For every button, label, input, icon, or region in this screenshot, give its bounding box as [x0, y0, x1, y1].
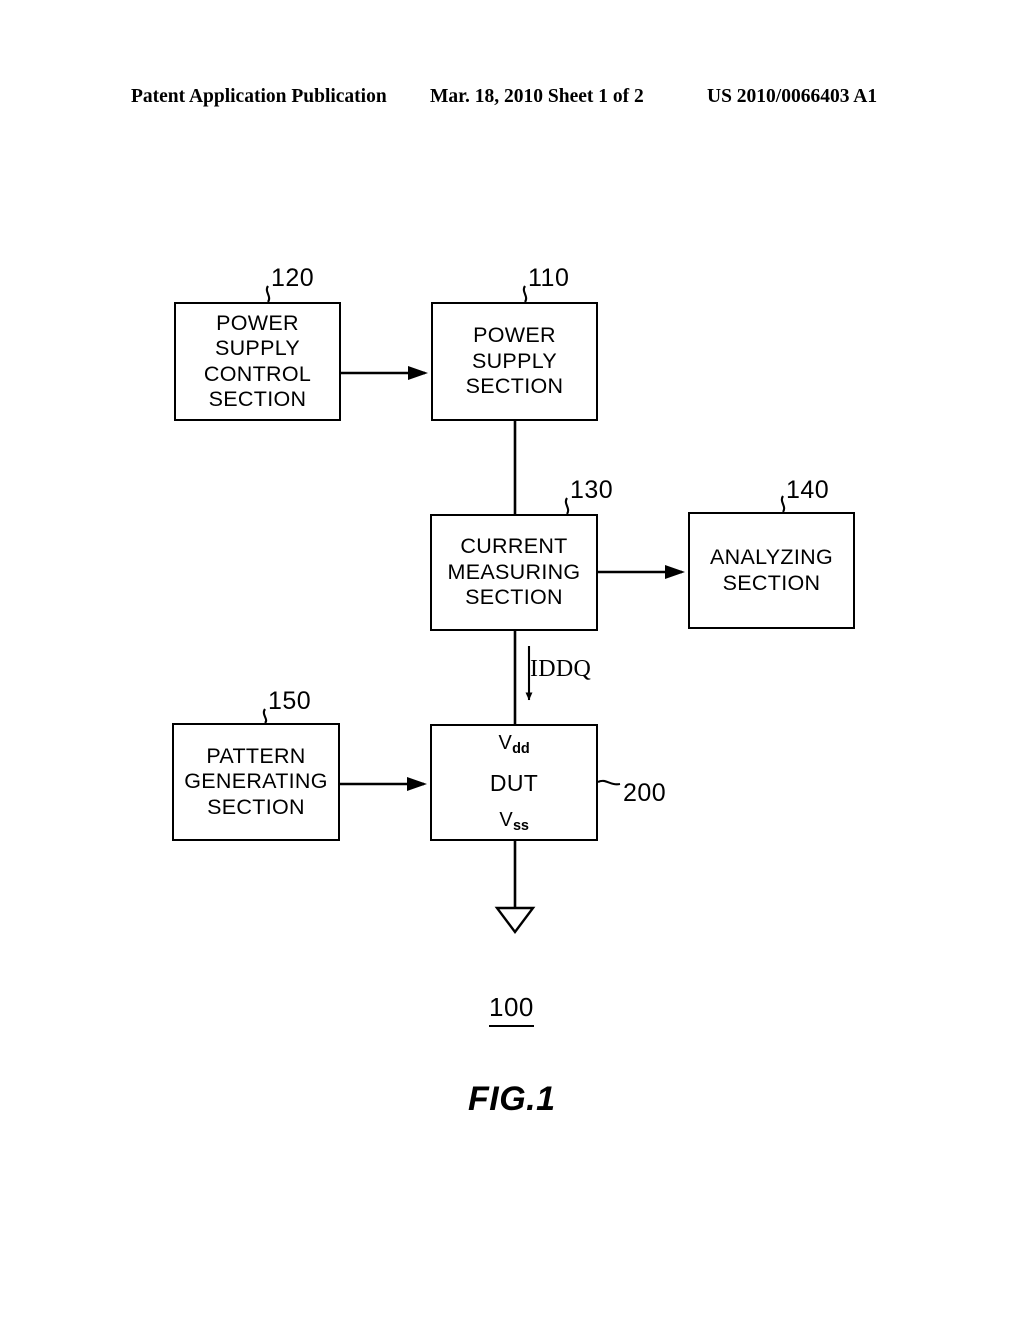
block-120-line-1: POWER [216, 310, 299, 335]
block-110-line-3: SECTION [465, 374, 564, 399]
system-reference-numeral-100: 100 [489, 992, 534, 1027]
block-analyzing-section[interactable]: ANALYZING SECTION [688, 512, 855, 629]
dut-name-label: DUT [489, 770, 539, 796]
reference-numeral-150: 150 [268, 687, 312, 715]
block-140-line-2: SECTION [722, 570, 821, 595]
block-150-line-3: SECTION [207, 794, 305, 819]
reference-numeral-110: 110 [528, 264, 570, 292]
block-150-line-2: GENERATING [184, 769, 328, 794]
block-130-line-2: MEASURING [447, 559, 581, 584]
figure-arrowheads-overlay [407, 366, 685, 791]
dut-vdd-subscript: dd [512, 741, 530, 757]
block-130-line-1: CURRENT [460, 534, 568, 559]
block-device-under-test[interactable]: Vdd DUT Vss [430, 724, 598, 841]
reference-numeral-130: 130 [570, 476, 614, 504]
block-110-line-1: POWER [473, 323, 556, 348]
iddq-signal-label: IDDQ [530, 656, 592, 682]
reference-numeral-200: 200 [623, 779, 667, 807]
block-pattern-generating-section[interactable]: PATTERN GENERATING SECTION [172, 723, 340, 841]
reference-numeral-120: 120 [271, 264, 315, 292]
block-140-line-1: ANALYZING [710, 545, 833, 569]
arrowhead-to-dut [407, 777, 427, 791]
dut-vdd-symbol: V [498, 732, 513, 754]
dut-vdd-terminal-label: Vdd [498, 732, 530, 758]
block-120-line-3: CONTROL [203, 361, 312, 386]
block-power-supply-control-section[interactable]: POWER SUPPLY CONTROL SECTION [174, 302, 341, 421]
block-110-line-2: SUPPLY [471, 348, 558, 373]
block-current-measuring-section[interactable]: CURRENT MEASURING SECTION [430, 514, 598, 631]
arrowhead-to-110 [408, 366, 428, 380]
reference-numeral-140: 140 [786, 476, 830, 504]
dut-vss-subscript: ss [512, 818, 529, 834]
figure-caption: FIG.1 [468, 1080, 556, 1118]
arrowhead-to-140 [665, 565, 685, 579]
dut-vss-symbol: V [499, 809, 513, 831]
block-120-line-4: SECTION [208, 387, 307, 411]
block-power-supply-section[interactable]: POWER SUPPLY SECTION [431, 302, 598, 421]
block-130-line-3: SECTION [465, 585, 563, 610]
block-120-line-2: SUPPLY [214, 336, 301, 360]
dut-vss-terminal-label: Vss [499, 809, 529, 835]
block-150-line-1: PATTERN [206, 743, 306, 768]
